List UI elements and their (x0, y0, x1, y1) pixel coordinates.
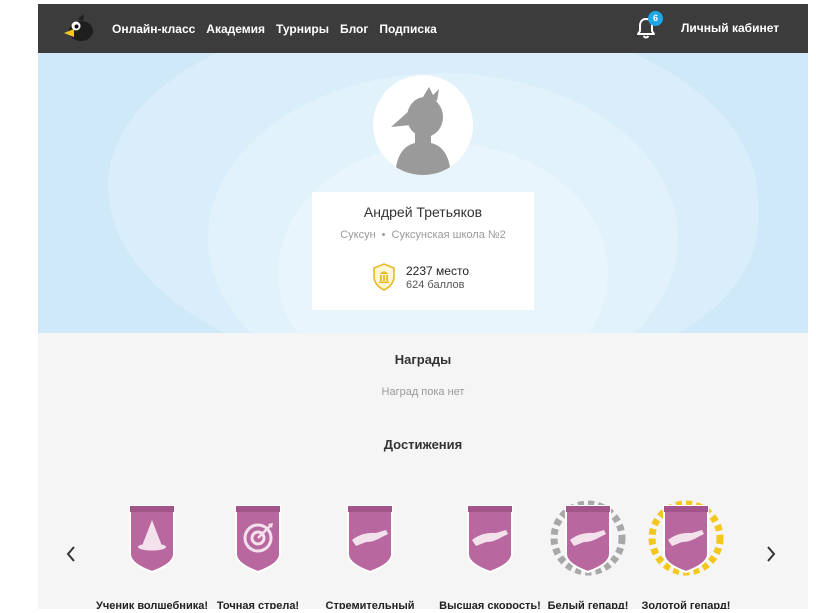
default-avatar-icon (391, 87, 451, 175)
awards-title: Награды (394, 352, 452, 367)
achievement-badge-top-speed[interactable] (458, 500, 522, 580)
profile-hero: Андрей Третьяков Суксун • Суксунская школа… (38, 53, 808, 333)
profile-card: Андрей Третьяков Суксун • Суксунская школа… (312, 192, 534, 310)
user-name: Андрей Третьяков (363, 204, 483, 220)
user-location: Суксун • Суксунская школа №2 (312, 229, 534, 241)
nav-link-academy[interactable]: Академия (206, 22, 265, 36)
chevron-right-icon[interactable] (764, 544, 778, 564)
awards-empty-note: Наград пока нет (381, 386, 465, 398)
app-window: Онлайн-класс Академия Турниры Блог Подпи… (38, 4, 808, 609)
notification-count-badge: 6 (648, 11, 663, 26)
achievement-badge-target[interactable] (226, 500, 290, 580)
achievement-badge-white-cheetah[interactable] (548, 496, 628, 580)
rank-place: 2237 место (406, 264, 469, 278)
rank-shield-icon (373, 263, 395, 291)
user-city: Суксун (340, 229, 376, 241)
achievement-badge-gold-cheetah[interactable] (646, 496, 726, 580)
rank-points: 624 баллов (406, 279, 465, 291)
nav-link-online-class[interactable]: Онлайн-класс (112, 22, 195, 36)
nav-link-tournaments[interactable]: Турниры (276, 22, 329, 36)
achievements-title: Достижения (383, 437, 463, 452)
user-school: Суксунская школа №2 (391, 229, 506, 241)
achievement-badge-wizard[interactable] (120, 500, 184, 580)
crow-logo-icon[interactable] (62, 13, 96, 43)
chevron-left-icon[interactable] (64, 544, 78, 564)
achievement-label: Золотой гепард! (641, 600, 731, 609)
top-navigation: Онлайн-класс Академия Турниры Блог Подпи… (38, 4, 808, 53)
achievement-badge-swift[interactable] (338, 500, 402, 580)
location-separator: • (381, 229, 386, 241)
nav-link-blog[interactable]: Блог (340, 22, 368, 36)
nav-link-subscription[interactable]: Подписка (379, 22, 436, 36)
account-link[interactable]: Личный кабинет (681, 4, 779, 53)
achievement-label: Стремительный (325, 600, 415, 609)
avatar (373, 75, 473, 175)
nav-links: Онлайн-класс Академия Турниры Блог Подпи… (112, 4, 448, 53)
